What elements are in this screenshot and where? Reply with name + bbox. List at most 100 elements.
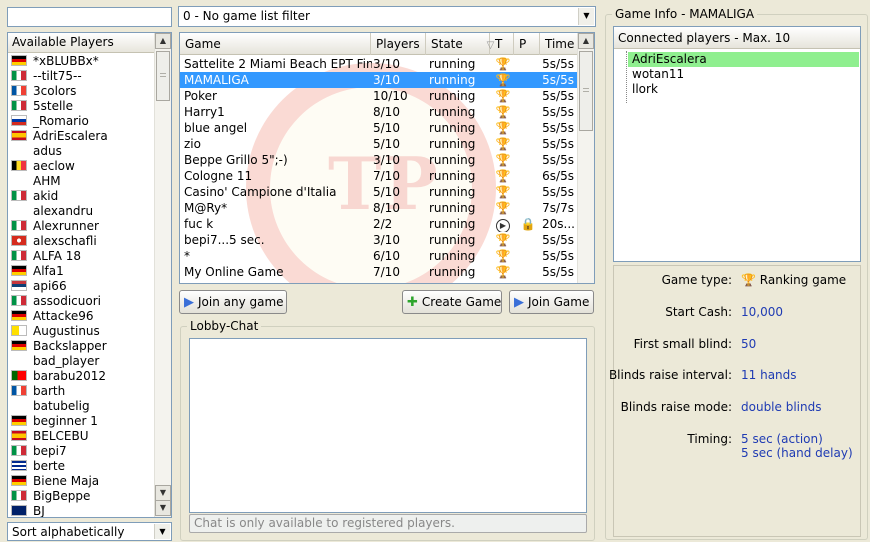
player-list-item[interactable]: akid — [8, 189, 155, 204]
no-flag-placeholder — [11, 354, 27, 365]
game-row[interactable]: fuc k 2/2 running 20s... ▶ 🔒 — [180, 216, 578, 232]
games-scrollbar[interactable]: ▲ — [577, 33, 594, 283]
connected-players-header[interactable]: Connected players - Max. 10 — [614, 27, 860, 49]
player-list-item[interactable]: --tilt75-- — [8, 69, 155, 84]
player-name: batubelig — [33, 399, 90, 413]
column-header-t[interactable]: T — [490, 33, 514, 55]
sort-select-value: Sort alphabetically — [12, 525, 125, 539]
available-players-header[interactable]: Available Players — [8, 33, 155, 53]
connected-player-item[interactable]: wotan11 — [628, 67, 684, 82]
game-row[interactable]: My Online Game 7/10 running 5s/5s 🏆 — [180, 264, 578, 280]
player-list-item[interactable]: Biene Maja — [8, 474, 155, 489]
trophy-icon: 🏆 — [495, 169, 511, 183]
scroll-thumb[interactable] — [579, 51, 593, 131]
player-list-item[interactable]: aeclow — [8, 159, 155, 174]
player-list-item[interactable]: berte — [8, 459, 155, 474]
game-row[interactable]: blue angel 5/10 running 5s/5s 🏆 — [180, 120, 578, 136]
game-state-cell: running — [429, 265, 476, 279]
player-list-item[interactable]: BELCEBU — [8, 429, 155, 444]
chat-messages-area[interactable] — [189, 338, 587, 513]
game-row[interactable]: Sattelite 2 Miami Beach EPT Final...3/10… — [180, 56, 578, 72]
player-list-item[interactable]: AdriEscalera — [8, 129, 155, 144]
player-list-item[interactable]: alexschafli — [8, 234, 155, 249]
player-list-item[interactable]: *xBLUBBx* — [8, 54, 155, 69]
game-list-filter-select[interactable]: 0 - No game list filter ▼ — [178, 6, 596, 27]
player-list-item[interactable]: assodicuori — [8, 294, 155, 309]
player-list-item[interactable]: 3colors — [8, 84, 155, 99]
connected-player-item[interactable]: AdriEscalera — [628, 52, 859, 67]
game-row[interactable]: Beppe Grillo 5";-) 3/10 running 5s/5s 🏆 — [180, 152, 578, 168]
player-list-item[interactable]: _Romario — [8, 114, 155, 129]
player-list-item[interactable]: batubelig — [8, 399, 155, 414]
player-list-item[interactable]: beginner 1 — [8, 414, 155, 429]
scroll-thumb[interactable] — [156, 51, 170, 101]
flag-ch-icon — [11, 235, 27, 246]
game-name-cell: zio — [184, 137, 201, 151]
game-state-cell: running — [429, 57, 476, 71]
player-list-item[interactable]: Attacke96 — [8, 309, 155, 324]
player-list-item[interactable]: Augustinus — [8, 324, 155, 339]
player-list-item[interactable]: 5stelle — [8, 99, 155, 114]
player-name: adus — [33, 144, 62, 158]
column-header-players[interactable]: Players — [371, 33, 426, 55]
no-flag-placeholder — [11, 204, 27, 215]
flag-cu-icon — [11, 460, 27, 471]
scroll-bottom-arrow-icon[interactable]: ▼ — [155, 500, 171, 516]
player-name: _Romario — [33, 114, 89, 128]
game-time-cell: 5s/5s — [542, 233, 574, 247]
player-list-item[interactable]: Alfa1 — [8, 264, 155, 279]
join-game-button[interactable]: ▶ Join Game — [509, 290, 594, 314]
chevron-down-icon[interactable]: ▼ — [578, 8, 594, 25]
column-header-state[interactable]: State ▽ — [426, 33, 494, 55]
column-header-time[interactable]: Time — [540, 33, 578, 55]
game-type-text: Ranking game — [759, 273, 847, 287]
player-search-input[interactable] — [7, 7, 172, 27]
game-row[interactable]: Harry1 8/10 running 5s/5s 🏆 — [180, 104, 578, 120]
player-list-item[interactable]: Alexrunner — [8, 219, 155, 234]
available-players-list[interactable]: Available Players *xBLUBBx* --tilt75-- 3co… — [7, 32, 172, 518]
game-row[interactable]: * 6/10 running 5s/5s 🏆 — [180, 248, 578, 264]
player-name: Backslapper — [33, 339, 107, 353]
trophy-icon: 🏆 — [495, 73, 511, 87]
game-players-cell: 3/10 — [373, 57, 400, 71]
game-row[interactable]: bepi7...5 sec. 3/10 running 5s/5s 🏆 — [180, 232, 578, 248]
player-list-item[interactable]: BigBeppe — [8, 489, 155, 504]
player-list-item[interactable]: BJ — [8, 504, 155, 517]
join-any-game-button[interactable]: ▶ Join any game — [179, 290, 287, 314]
player-list-item[interactable]: api66 — [8, 279, 155, 294]
column-header-p[interactable]: P — [514, 33, 540, 55]
player-list-item[interactable]: AHM — [8, 174, 155, 189]
sort-select[interactable]: Sort alphabetically ▼ — [7, 522, 172, 541]
player-list-item[interactable]: Backslapper — [8, 339, 155, 354]
game-row[interactable]: M@Ry* 8/10 running 7s/7s 🏆 — [180, 200, 578, 216]
player-list-item[interactable]: ALFA 18 — [8, 249, 155, 264]
trophy-icon: 🏆 — [495, 201, 511, 215]
game-row[interactable]: MAMALIGA 3/10 running 5s/5s 🏆 — [180, 72, 578, 88]
player-list-item[interactable]: bepi7 — [8, 444, 155, 459]
game-row[interactable]: zio 5/10 running 5s/5s 🏆 — [180, 136, 578, 152]
connected-player-item[interactable]: llork — [628, 82, 658, 97]
scroll-up-arrow-icon[interactable]: ▲ — [578, 33, 594, 49]
column-header-game[interactable]: Game — [180, 33, 371, 55]
scroll-down-arrow-icon[interactable]: ▼ — [155, 485, 171, 501]
players-list-body: *xBLUBBx* --tilt75-- 3colors 5stelle _Romari… — [8, 54, 155, 517]
create-game-button[interactable]: ✚ Create Game — [402, 290, 502, 314]
player-name: Augustinus — [33, 324, 100, 338]
player-list-item[interactable]: adus — [8, 144, 155, 159]
game-state-cell: running — [429, 233, 476, 247]
player-list-item[interactable]: barabu2012 — [8, 369, 155, 384]
player-list-item[interactable]: barth — [8, 384, 155, 399]
player-list-item[interactable]: bad_player — [8, 354, 155, 369]
scroll-up-arrow-icon[interactable]: ▲ — [155, 33, 171, 49]
chevron-down-icon[interactable]: ▼ — [154, 524, 170, 539]
connected-players-list[interactable]: Connected players - Max. 10 AdriEscalera… — [613, 26, 861, 262]
game-state-cell: running — [429, 249, 476, 263]
player-list-item[interactable]: alexandru — [8, 204, 155, 219]
flag-it-icon — [11, 70, 27, 81]
game-row[interactable]: Casino' Campione d'Italia 5/10 running 5s/5… — [180, 184, 578, 200]
game-row[interactable]: Cologne 11 7/10 running 6s/5s 🏆 — [180, 168, 578, 184]
game-row[interactable]: Poker 10/10 running 5s/5s 🏆 — [180, 88, 578, 104]
game-list-table[interactable]: TP Game Players State ▽ T P Time Satteli… — [179, 32, 595, 284]
chat-input[interactable]: Chat is only available to registered pla… — [189, 514, 587, 533]
players-scrollbar[interactable]: ▲ ▼ ▼ — [154, 33, 171, 517]
